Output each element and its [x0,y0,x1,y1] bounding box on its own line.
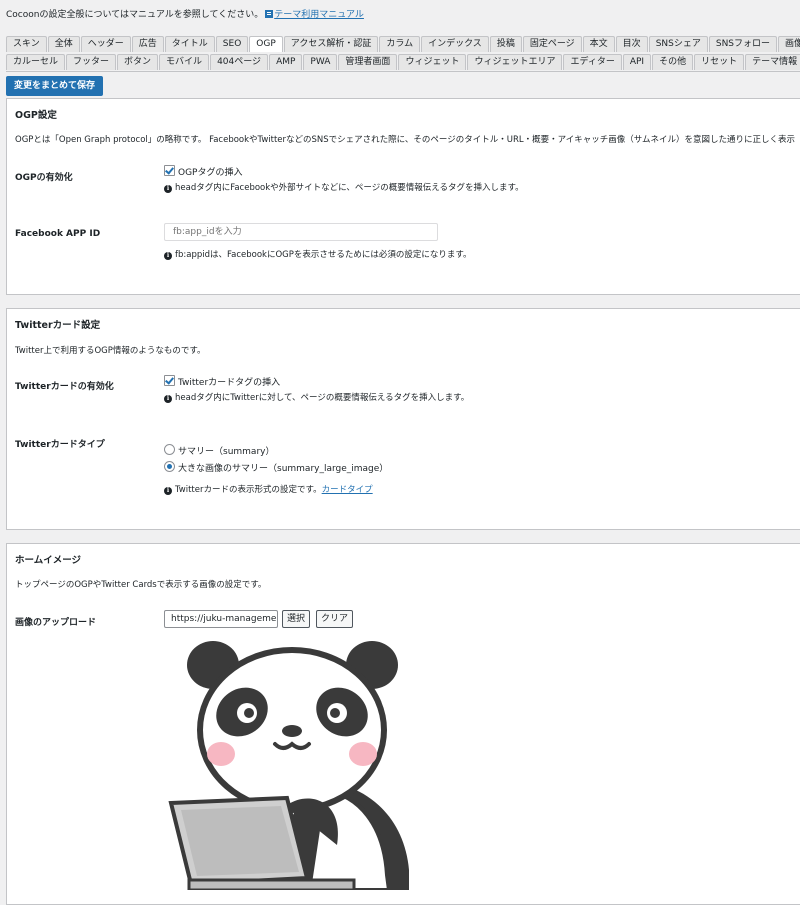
tab-r2-11[interactable]: API [622,54,652,70]
twitter-enable-label: Twitterカードの有効化 [15,382,114,392]
tab-row-1: スキン 全体 ヘッダー 広告 タイトル SEO OGP アクセス解析・認証 カラム インデックス投… [6,36,800,53]
tab-r2-6[interactable]: PWA [303,54,338,70]
twitter-enable-checkbox-label: Twitterカードタグの挿入 [178,378,281,388]
twitter-type-summary-option: サマリー（summary） [164,444,274,457]
tab-r2-3[interactable]: モバイル [159,54,210,70]
tab-r1-14[interactable]: SNSシェア [648,36,708,52]
manual-link[interactable]: テーマ利用マニュアル [274,10,364,20]
home-image-panel-description: トップページのOGPやTwitter Cardsで表示する画像の設定です。 [15,580,267,590]
settings-tabs: スキン 全体 ヘッダー 広告 タイトル SEO OGP アクセス解析・認証 カラム インデックス投… [6,36,800,72]
facebook-appid-input[interactable] [164,223,438,241]
panda-right-pupil [330,708,340,718]
tab-r1-9[interactable]: インデックス [421,36,489,52]
tab-r1-13[interactable]: 目次 [615,36,648,52]
facebook-appid-tip: i fb:appidは、FacebookにOGPを表示させるためには必須の設定にな… [164,248,472,260]
tab-r2-9[interactable]: ウィジェットエリア [467,54,563,70]
twitter-type-large-option: 大きな画像のサマリー（summary_large_image） [164,461,388,474]
twitter-type-tip-text: Twitterカードの表示形式の設定です。 [175,485,322,495]
image-select-button[interactable]: 選択 [282,610,311,628]
tab-r2-5[interactable]: AMP [269,54,303,70]
intro-message: Cocoonの設定全般についてはマニュアルを参照してください。 [6,10,264,20]
summary-radio[interactable] [164,444,175,455]
card-type-link[interactable]: カードタイプ [322,485,373,495]
tab-r1-0[interactable]: スキン [6,36,47,52]
tab-r2-0[interactable]: カルーセル [6,54,66,70]
tab-r1-7[interactable]: アクセス解析・認証 [283,36,379,52]
panda-nose [282,725,302,737]
twitter-panel-description: Twitter上で利用するOGP情報のようなものです。 [15,346,206,356]
tab-r1-4[interactable]: タイトル [164,36,215,52]
facebook-appid-label: Facebook APP ID [15,229,101,239]
tab-r1-16[interactable]: 画像 [778,36,800,52]
tab-r2-14[interactable]: テーマ情報 [745,54,800,70]
twitter-enable-field: Twitterカードタグの挿入 [164,375,280,388]
twitter-panel-title: Twitterカード設定 [15,320,101,331]
ogp-panel-title: OGP設定 [15,110,57,121]
info-icon: i [164,395,172,403]
tab-r1-12[interactable]: 本文 [582,36,615,52]
tab-r1-10[interactable]: 投稿 [489,36,522,52]
twitter-card-type-label: Twitterカードタイプ [15,440,105,450]
tabs-divider [6,71,800,72]
tab-r1-2[interactable]: ヘッダー [80,36,131,52]
info-icon: i [164,252,172,260]
tab-row-2: カルーセル フッター ボタン モバイル 404ページ AMP PWA 管理者画面 ウィジェットウ… [6,54,800,71]
ogp-enable-checkbox-label: OGPタグの挿入 [178,168,243,178]
tab-r2-2[interactable]: ボタン [117,54,159,70]
ogp-enable-checkbox[interactable] [164,165,175,176]
tab-r2-10[interactable]: エディター [563,54,622,70]
home-image-panel: ホームイメージ トップページのOGPやTwitter Cardsで表示する画像の… [6,543,800,905]
twitter-type-tip: i Twitterカードの表示形式の設定です。カードタイプ [164,483,373,495]
tab-r1-6[interactable]: OGP [249,36,283,52]
tab-r1-15[interactable]: SNSフォロー [708,36,778,52]
ogp-enable-label: OGPの有効化 [15,173,73,183]
tab-r1-5[interactable]: SEO [215,36,249,52]
tab-r2-1[interactable]: フッター [66,54,117,70]
panda-right-cheek [349,742,377,766]
panda-left-cheek [207,742,235,766]
twitter-enable-checkbox[interactable] [164,375,175,386]
summary-radio-label: サマリー（summary） [178,447,275,457]
laptop-screen-inner [181,806,299,876]
twitter-card-panel: Twitterカード設定 Twitter上で利用するOGP情報のようなものです。… [6,308,800,530]
image-clear-button[interactable]: クリア [316,610,354,628]
manual-doc-icon [265,10,274,18]
summary-large-image-radio[interactable] [164,461,175,472]
ogp-panel-description: OGPとは「Open Graph protocol」の略称です。 Faceboo… [15,135,796,145]
tab-r1-1[interactable]: 全体 [47,36,80,52]
panda-laptop-image [168,641,409,890]
laptop-base [187,878,356,890]
intro-text: Cocoonの設定全般についてはマニュアルを参照してください。 テーマ利用マニュア… [6,7,364,20]
tab-r1-3[interactable]: 広告 [131,36,164,52]
twitter-enable-tip: i headタグ内にTwitterに対して、ページの概要情報伝えるタグを挿入します… [164,391,469,403]
tab-r1-8[interactable]: カラム [379,36,421,52]
tab-r2-12[interactable]: その他 [652,54,694,70]
summary-large-image-radio-label: 大きな画像のサマリー（summary_large_image） [178,464,389,474]
panda-left-pupil [244,708,254,718]
info-icon: i [164,185,172,193]
ogp-settings-panel: OGP設定 OGPとは「Open Graph protocol」の略称です。 F… [6,98,800,295]
tab-r2-13[interactable]: リセット [694,54,745,70]
tab-r2-8[interactable]: ウィジェット [398,54,467,70]
facebook-appid-tip-text: fb:appidは、FacebookにOGPを表示させるためには必須の設定になり… [175,250,472,260]
image-upload-label: 画像のアップロード [15,618,97,628]
tab-r2-7[interactable]: 管理者画面 [338,54,398,70]
ogp-enable-tip-text: headタグ内にFacebookや外部サイトなどに、ページの概要情報伝えるタグを… [175,183,524,193]
home-image-panel-title: ホームイメージ [15,555,82,566]
info-icon: i [164,487,172,495]
tab-r1-11[interactable]: 固定ページ [522,36,582,52]
twitter-enable-tip-text: headタグ内にTwitterに対して、ページの概要情報伝えるタグを挿入します。 [175,393,470,403]
tab-r2-4[interactable]: 404ページ [210,54,269,70]
ogp-enable-tip: i headタグ内にFacebookや外部サイトなどに、ページの概要情報伝えるタグ… [164,181,524,193]
image-url-input[interactable]: https://juku-management [164,610,278,628]
save-all-button[interactable]: 変更をまとめて保存 [6,76,104,96]
ogp-enable-field: OGPタグの挿入 [164,165,243,178]
